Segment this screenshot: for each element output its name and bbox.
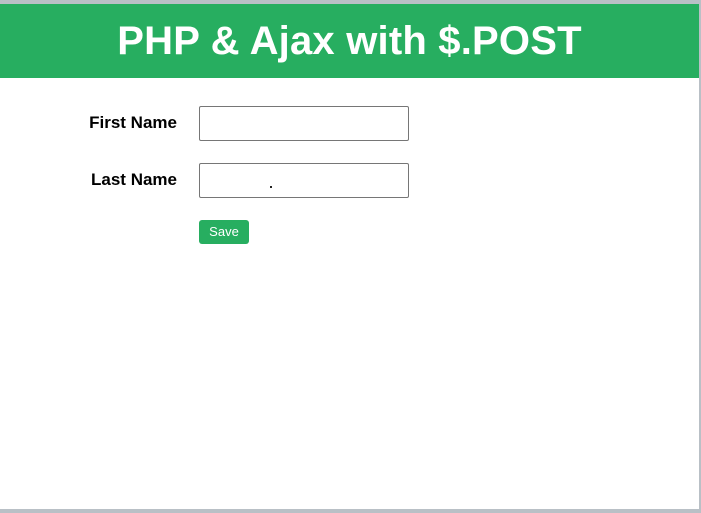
last-name-input[interactable] [199, 163, 409, 198]
first-name-label: First Name [89, 113, 177, 132]
save-button[interactable]: Save [199, 220, 249, 244]
last-name-label: Last Name [91, 170, 177, 189]
first-name-input[interactable] [199, 106, 409, 141]
mouse-cursor-dot [270, 186, 272, 188]
page-title: PHP & Ajax with $.POST [117, 18, 582, 63]
page-header: PHP & Ajax with $.POST [0, 4, 699, 78]
